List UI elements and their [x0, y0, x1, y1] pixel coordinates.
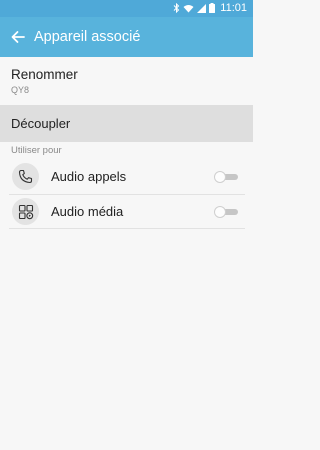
status-time: 11:01	[220, 2, 247, 14]
toggle-knob	[214, 206, 226, 218]
app-bar: Appareil associé	[0, 17, 253, 57]
device-name: QY8	[11, 85, 30, 95]
call-audio-toggle[interactable]	[214, 171, 238, 183]
media-audio-toggle[interactable]	[214, 206, 238, 218]
toggle-knob	[214, 171, 226, 183]
wifi-icon	[183, 4, 194, 12]
status-icons	[173, 3, 215, 13]
rename-label: Renommer	[11, 67, 78, 82]
profile-row-call-audio[interactable]: Audio appels	[0, 160, 253, 194]
rename-row[interactable]: Renommer QY8	[0, 57, 253, 105]
section-header-use-for: Utiliser pour	[11, 145, 62, 156]
back-button[interactable]	[6, 25, 30, 49]
battery-icon	[209, 3, 215, 13]
bluetooth-icon	[173, 3, 180, 13]
status-bar: 11:01	[0, 0, 253, 17]
profile-label-call-audio: Audio appels	[51, 169, 127, 184]
unpair-label: Découpler	[11, 116, 71, 131]
profile-label-media-audio: Audio média	[51, 204, 124, 219]
divider	[9, 228, 245, 229]
back-arrow-icon	[11, 31, 25, 43]
profile-row-media-audio[interactable]: Audio média	[0, 195, 253, 229]
media-icon	[12, 198, 39, 225]
signal-icon	[197, 3, 206, 13]
page-title: Appareil associé	[34, 29, 141, 45]
unpair-row[interactable]: Découpler	[0, 105, 253, 142]
phone-icon	[12, 163, 39, 190]
